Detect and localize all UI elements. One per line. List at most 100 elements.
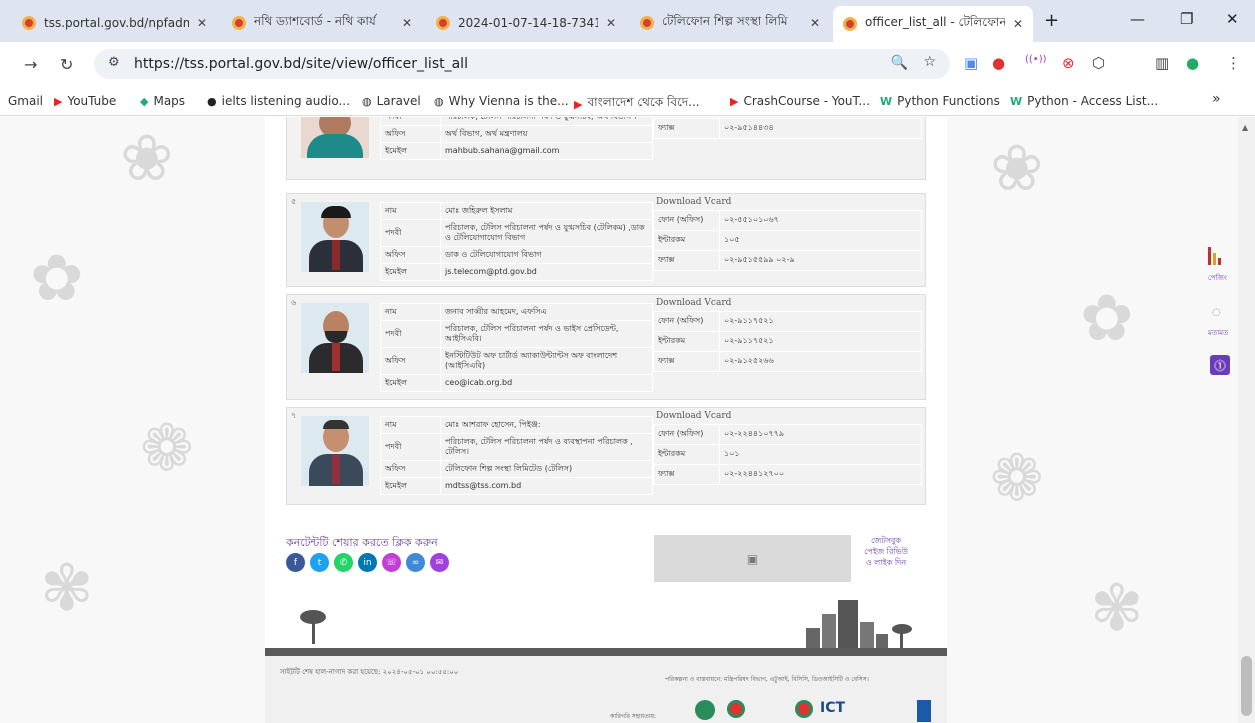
trees-illustration bbox=[290, 610, 350, 644]
viber-share-icon[interactable]: ☏ bbox=[382, 553, 401, 572]
bookmark-python-lists[interactable]: W Python - Access List... bbox=[1010, 94, 1158, 108]
copy-link-icon[interactable]: ∞ bbox=[406, 553, 425, 572]
address-bar[interactable]: ⚙ https://tss.portal.gov.bd/site/view/of… bbox=[94, 49, 950, 79]
tech-support-label: কারিগরি সহায়তায়: bbox=[610, 713, 656, 720]
bookmark-ielts[interactable]: ● ielts listening audio... bbox=[207, 94, 350, 108]
restore-button[interactable]: ❐ bbox=[1180, 10, 1193, 28]
a2i-logo bbox=[695, 700, 715, 720]
paging-icon[interactable] bbox=[1208, 247, 1222, 265]
sidebar-icon[interactable]: ▥ bbox=[1155, 54, 1169, 72]
bookmarks-bar: Gmail ▶ YouTube ◆ Maps ● ielts listening au… bbox=[0, 86, 1255, 116]
facebook-share-icon[interactable]: f bbox=[286, 553, 305, 572]
more-bookmarks-icon[interactable]: » bbox=[1212, 91, 1221, 107]
cabinet-division-logo bbox=[727, 700, 745, 718]
background-pattern: ❀ bbox=[990, 132, 1044, 206]
youtube-icon: ▶ bbox=[54, 94, 63, 108]
background-pattern: ✾ bbox=[1090, 572, 1144, 646]
scroll-up-icon[interactable]: ▲ bbox=[1242, 123, 1248, 132]
share-label: কনটেন্টটি শেয়ার করতে ক্লিক করুন bbox=[286, 536, 438, 549]
officer-info-table: পদবীপরিচালক, টেলিস পরিচালনা পর্ষদ ও যুগ্… bbox=[380, 117, 653, 160]
bookmark-bangladesh[interactable]: ▶ বাংলাদেশ থেকে বিদে... bbox=[574, 94, 700, 114]
site-info-icon[interactable]: ⚙ bbox=[108, 55, 120, 70]
browser-tab-active[interactable]: officer_list_all - টেলিফোন ✕ bbox=[833, 6, 1033, 42]
reload-icon[interactable]: ↻ bbox=[60, 55, 73, 74]
officer-row: পদবীপরিচালক, টেলিস পরিচালনা পর্ষদ ও যুগ্… bbox=[286, 117, 926, 180]
favicon-icon bbox=[843, 17, 857, 31]
partners-text: পরিকল্পনা ও বাস্তবায়নে: মন্ত্রিপরিষদ বি… bbox=[665, 676, 869, 683]
feedback-icon[interactable]: ◌ bbox=[1212, 307, 1221, 318]
accessibility-icon[interactable]: ⓵ bbox=[1210, 355, 1230, 375]
officer-photo bbox=[301, 303, 369, 373]
minimize-button[interactable]: — bbox=[1130, 10, 1145, 28]
bookmark-python-functions[interactable]: W Python Functions bbox=[880, 94, 1000, 108]
w3-icon: W bbox=[880, 94, 893, 108]
messenger-share-icon[interactable]: ✉ bbox=[430, 553, 449, 572]
music-icon: ● bbox=[207, 94, 217, 108]
browser-tab[interactable]: tss.portal.gov.bd/npfadm ✕ bbox=[12, 8, 217, 38]
close-window-button[interactable]: ✕ bbox=[1226, 10, 1239, 28]
bookmark-gmail[interactable]: Gmail bbox=[8, 94, 43, 108]
officer-contact-table: ফোন (অফিস) ০২-৫৫১০১০৬৭ ইন্টারকম ১০৫ ফ্যাক্… bbox=[653, 210, 922, 271]
tab-bar: tss.portal.gov.bd/npfadm ✕ নথি ড্যাশবোর্ড… bbox=[0, 0, 1255, 42]
download-vcard-link[interactable]: Download Vcard bbox=[656, 411, 731, 421]
browser-tab[interactable]: 2024-01-07-14-18-7341 ✕ bbox=[426, 8, 626, 38]
background-pattern: ❀ bbox=[120, 122, 174, 196]
maps-icon: ◆ bbox=[140, 94, 149, 108]
browser-tab[interactable]: নথি ড্যাশবোর্ড - নথি কার্য ✕ bbox=[222, 8, 422, 38]
youtube-icon: ▶ bbox=[574, 97, 583, 111]
favicon-icon bbox=[22, 16, 36, 30]
officer-contact-table: ফ্যাক্স ০২-৯৫১৪৪৩৪ bbox=[653, 118, 922, 139]
close-tab-icon[interactable]: ✕ bbox=[1013, 17, 1023, 31]
cast-icon[interactable]: ((•)) bbox=[1025, 54, 1047, 65]
officer-info-table: নাম মোঃ আশরাফ হোসেন, পিইঞ্জ: পদবী পরিচালক,… bbox=[380, 416, 653, 495]
profile-avatar[interactable]: ● bbox=[1186, 54, 1199, 72]
feedback-label[interactable]: মতামত bbox=[1208, 327, 1228, 339]
bookmark-vienna[interactable]: ◍ Why Vienna is the... bbox=[434, 94, 569, 108]
opera-icon[interactable]: ● bbox=[992, 54, 1005, 72]
download-vcard-link[interactable]: Download Vcard bbox=[656, 298, 731, 308]
bookmark-laravel[interactable]: ◍ Laravel bbox=[362, 94, 421, 108]
whatsapp-share-icon[interactable]: ✆ bbox=[334, 553, 353, 572]
globe-icon: ◍ bbox=[434, 94, 444, 108]
bookmark-star-icon[interactable]: ☆ bbox=[923, 54, 936, 70]
globe-icon: ◍ bbox=[362, 94, 372, 108]
new-tab-button[interactable]: + bbox=[1044, 10, 1059, 31]
background-pattern: ✿ bbox=[1080, 282, 1134, 356]
youtube-icon: ▶ bbox=[730, 94, 739, 108]
menu-icon[interactable]: ⋮ bbox=[1226, 54, 1241, 72]
background-pattern: ❁ bbox=[990, 442, 1044, 516]
download-vcard-link[interactable]: Download Vcard bbox=[656, 197, 731, 207]
bookmark-crashcourse[interactable]: ▶ CrashCourse - YouT... bbox=[730, 94, 870, 108]
favicon-icon bbox=[232, 16, 246, 30]
linkedin-share-icon[interactable]: in bbox=[358, 553, 377, 572]
twitter-share-icon[interactable]: t bbox=[310, 553, 329, 572]
extensions-puzzle-icon[interactable]: ⬡ bbox=[1092, 54, 1105, 72]
paging-label[interactable]: পেজিং bbox=[1208, 272, 1227, 284]
page-viewport: ❀ ✿ ❁ ✾ ❀ ✿ ❁ ✾ পদবীপরিচালক, টেলিস পরিচা… bbox=[0, 117, 1255, 723]
forward-icon[interactable]: → bbox=[24, 55, 37, 74]
officer-row: ৫ নাম মোঃ জহিরুল ইসলাম পদবী পরিচালক, টেলিস… bbox=[286, 193, 926, 287]
undp-logo bbox=[917, 700, 931, 722]
close-tab-icon[interactable]: ✕ bbox=[606, 16, 616, 30]
close-tab-icon[interactable]: ✕ bbox=[197, 16, 207, 30]
background-pattern: ✾ bbox=[40, 552, 94, 626]
w3-icon: W bbox=[1010, 94, 1023, 108]
translate-icon[interactable]: ▣ bbox=[964, 54, 978, 72]
image-icon: ▣ bbox=[746, 551, 759, 566]
scrollbar[interactable]: ▲ bbox=[1238, 117, 1255, 723]
browser-tab[interactable]: টেলিফোন শিল্প সংস্থা লিমি ✕ bbox=[630, 8, 830, 38]
facebook-review-link[interactable]: জেটসবুক পেইজ রিভিউ ও লাইক দিন bbox=[862, 535, 910, 581]
background-pattern: ✿ bbox=[30, 242, 84, 316]
close-tab-icon[interactable]: ✕ bbox=[810, 16, 820, 30]
favicon-icon bbox=[436, 16, 450, 30]
officer-contact-table: ফোন (অফিস) ০২-৯১১৭৫২১ ইন্টারকম ০২-৯১১৭৫২১ … bbox=[653, 311, 922, 372]
footer-divider bbox=[265, 648, 947, 656]
bookmark-maps[interactable]: ◆ Maps bbox=[140, 94, 185, 108]
close-tab-icon[interactable]: ✕ bbox=[402, 16, 412, 30]
zoom-icon[interactable]: 🔍 bbox=[891, 55, 908, 71]
bookmark-youtube[interactable]: ▶ YouTube bbox=[54, 94, 116, 108]
extension-icon[interactable]: ⊗ bbox=[1062, 54, 1075, 72]
scrollbar-thumb[interactable] bbox=[1241, 656, 1252, 716]
favicon-icon bbox=[640, 16, 654, 30]
city-skyline-illustration bbox=[806, 597, 916, 648]
